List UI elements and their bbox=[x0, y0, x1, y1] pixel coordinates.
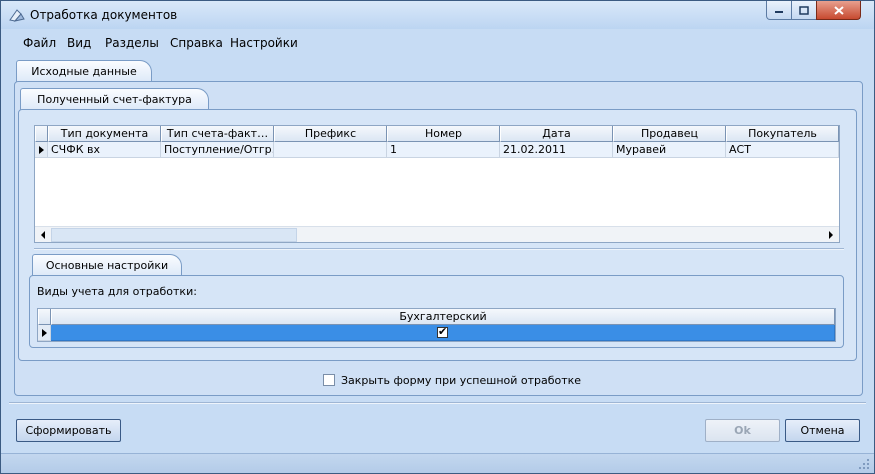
splitter[interactable] bbox=[34, 248, 844, 250]
horizontal-scrollbar[interactable] bbox=[35, 226, 839, 242]
generate-button[interactable]: Сформировать bbox=[16, 419, 121, 442]
column-header[interactable]: Бухгалтерский bbox=[51, 309, 835, 325]
column-header[interactable]: Префикс bbox=[274, 126, 387, 142]
tab-source-data[interactable]: Исходные данные bbox=[16, 60, 152, 82]
menu-item-file[interactable]: Файл bbox=[23, 36, 56, 50]
ok-button[interactable]: Ok bbox=[705, 419, 780, 442]
cell[interactable]: 1 bbox=[387, 142, 500, 158]
status-bar bbox=[1, 453, 874, 473]
arrow-left-icon bbox=[41, 231, 45, 239]
cell[interactable]: Поступление/Отгр… bbox=[161, 142, 274, 158]
column-header[interactable]: Тип документа bbox=[48, 126, 161, 142]
scroll-right-button[interactable] bbox=[823, 227, 839, 242]
window-title: Отработка документов bbox=[30, 8, 178, 22]
accounting-checkbox[interactable]: ✔ bbox=[437, 325, 448, 338]
cancel-button[interactable]: Отмена bbox=[785, 419, 860, 442]
accounting-types-label: Виды учета для отработки: bbox=[37, 285, 197, 298]
row-selector[interactable] bbox=[38, 325, 51, 341]
tab-main-settings[interactable]: Основные настройки bbox=[32, 254, 182, 276]
column-header[interactable]: Тип счета-факт… bbox=[161, 126, 274, 142]
title-bar[interactable]: Отработка документов bbox=[1, 1, 874, 29]
menu-item-view[interactable]: Вид bbox=[67, 36, 91, 50]
current-row-icon bbox=[41, 328, 47, 337]
divider bbox=[9, 402, 866, 404]
close-on-success-label: Закрыть форму при успешной отработке bbox=[341, 374, 582, 387]
app-window: Отработка документов Файл Вид Разделы Сп… bbox=[0, 0, 875, 474]
menu-item-settings[interactable]: Настройки bbox=[230, 36, 298, 50]
grid-corner bbox=[35, 126, 48, 142]
table-row[interactable]: СЧФК вх Поступление/Отгр… 1 21.02.2011 М… bbox=[35, 142, 839, 158]
accounting-types-grid: Бухгалтерский ✔ bbox=[37, 308, 836, 342]
column-header[interactable]: Покупатель bbox=[726, 126, 839, 142]
table-row[interactable]: ✔ bbox=[38, 325, 835, 341]
cell[interactable]: АСТ bbox=[726, 142, 839, 158]
cell[interactable]: 21.02.2011 bbox=[500, 142, 613, 158]
cell[interactable] bbox=[274, 142, 387, 158]
arrow-right-icon bbox=[829, 231, 833, 239]
scroll-thumb[interactable] bbox=[51, 228, 297, 242]
grid-header: Бухгалтерский bbox=[38, 309, 835, 325]
cell[interactable]: СЧФК вх bbox=[48, 142, 161, 158]
grid-corner bbox=[38, 309, 51, 325]
column-header[interactable]: Продавец bbox=[613, 126, 726, 142]
minimize-icon bbox=[775, 11, 783, 13]
minimize-button[interactable] bbox=[766, 1, 792, 20]
maximize-icon bbox=[799, 5, 809, 15]
current-row-icon bbox=[38, 145, 44, 154]
cell[interactable]: Муравей bbox=[613, 142, 726, 158]
column-header[interactable]: Дата bbox=[500, 126, 613, 142]
checkmark-icon: ✔ bbox=[438, 325, 448, 338]
documents-grid: Тип документа Тип счета-факт… Префикс Но… bbox=[34, 125, 840, 243]
close-icon bbox=[833, 5, 844, 15]
close-button[interactable] bbox=[816, 1, 861, 20]
grid-header: Тип документа Тип счета-факт… Префикс Но… bbox=[35, 126, 839, 142]
column-header[interactable]: Номер bbox=[387, 126, 500, 142]
tab-received-invoice[interactable]: Полученный счет-фактура bbox=[20, 88, 209, 110]
scroll-left-button[interactable] bbox=[35, 227, 51, 242]
accounting-cell[interactable]: ✔ bbox=[51, 325, 835, 341]
row-selector[interactable] bbox=[35, 142, 48, 158]
menu-item-sections[interactable]: Разделы bbox=[105, 36, 159, 50]
app-icon bbox=[9, 9, 25, 22]
menu-item-help[interactable]: Справка bbox=[170, 36, 223, 50]
resize-grip-icon[interactable] bbox=[858, 458, 870, 470]
close-on-success-checkbox[interactable] bbox=[323, 374, 335, 386]
maximize-button[interactable] bbox=[791, 1, 817, 20]
